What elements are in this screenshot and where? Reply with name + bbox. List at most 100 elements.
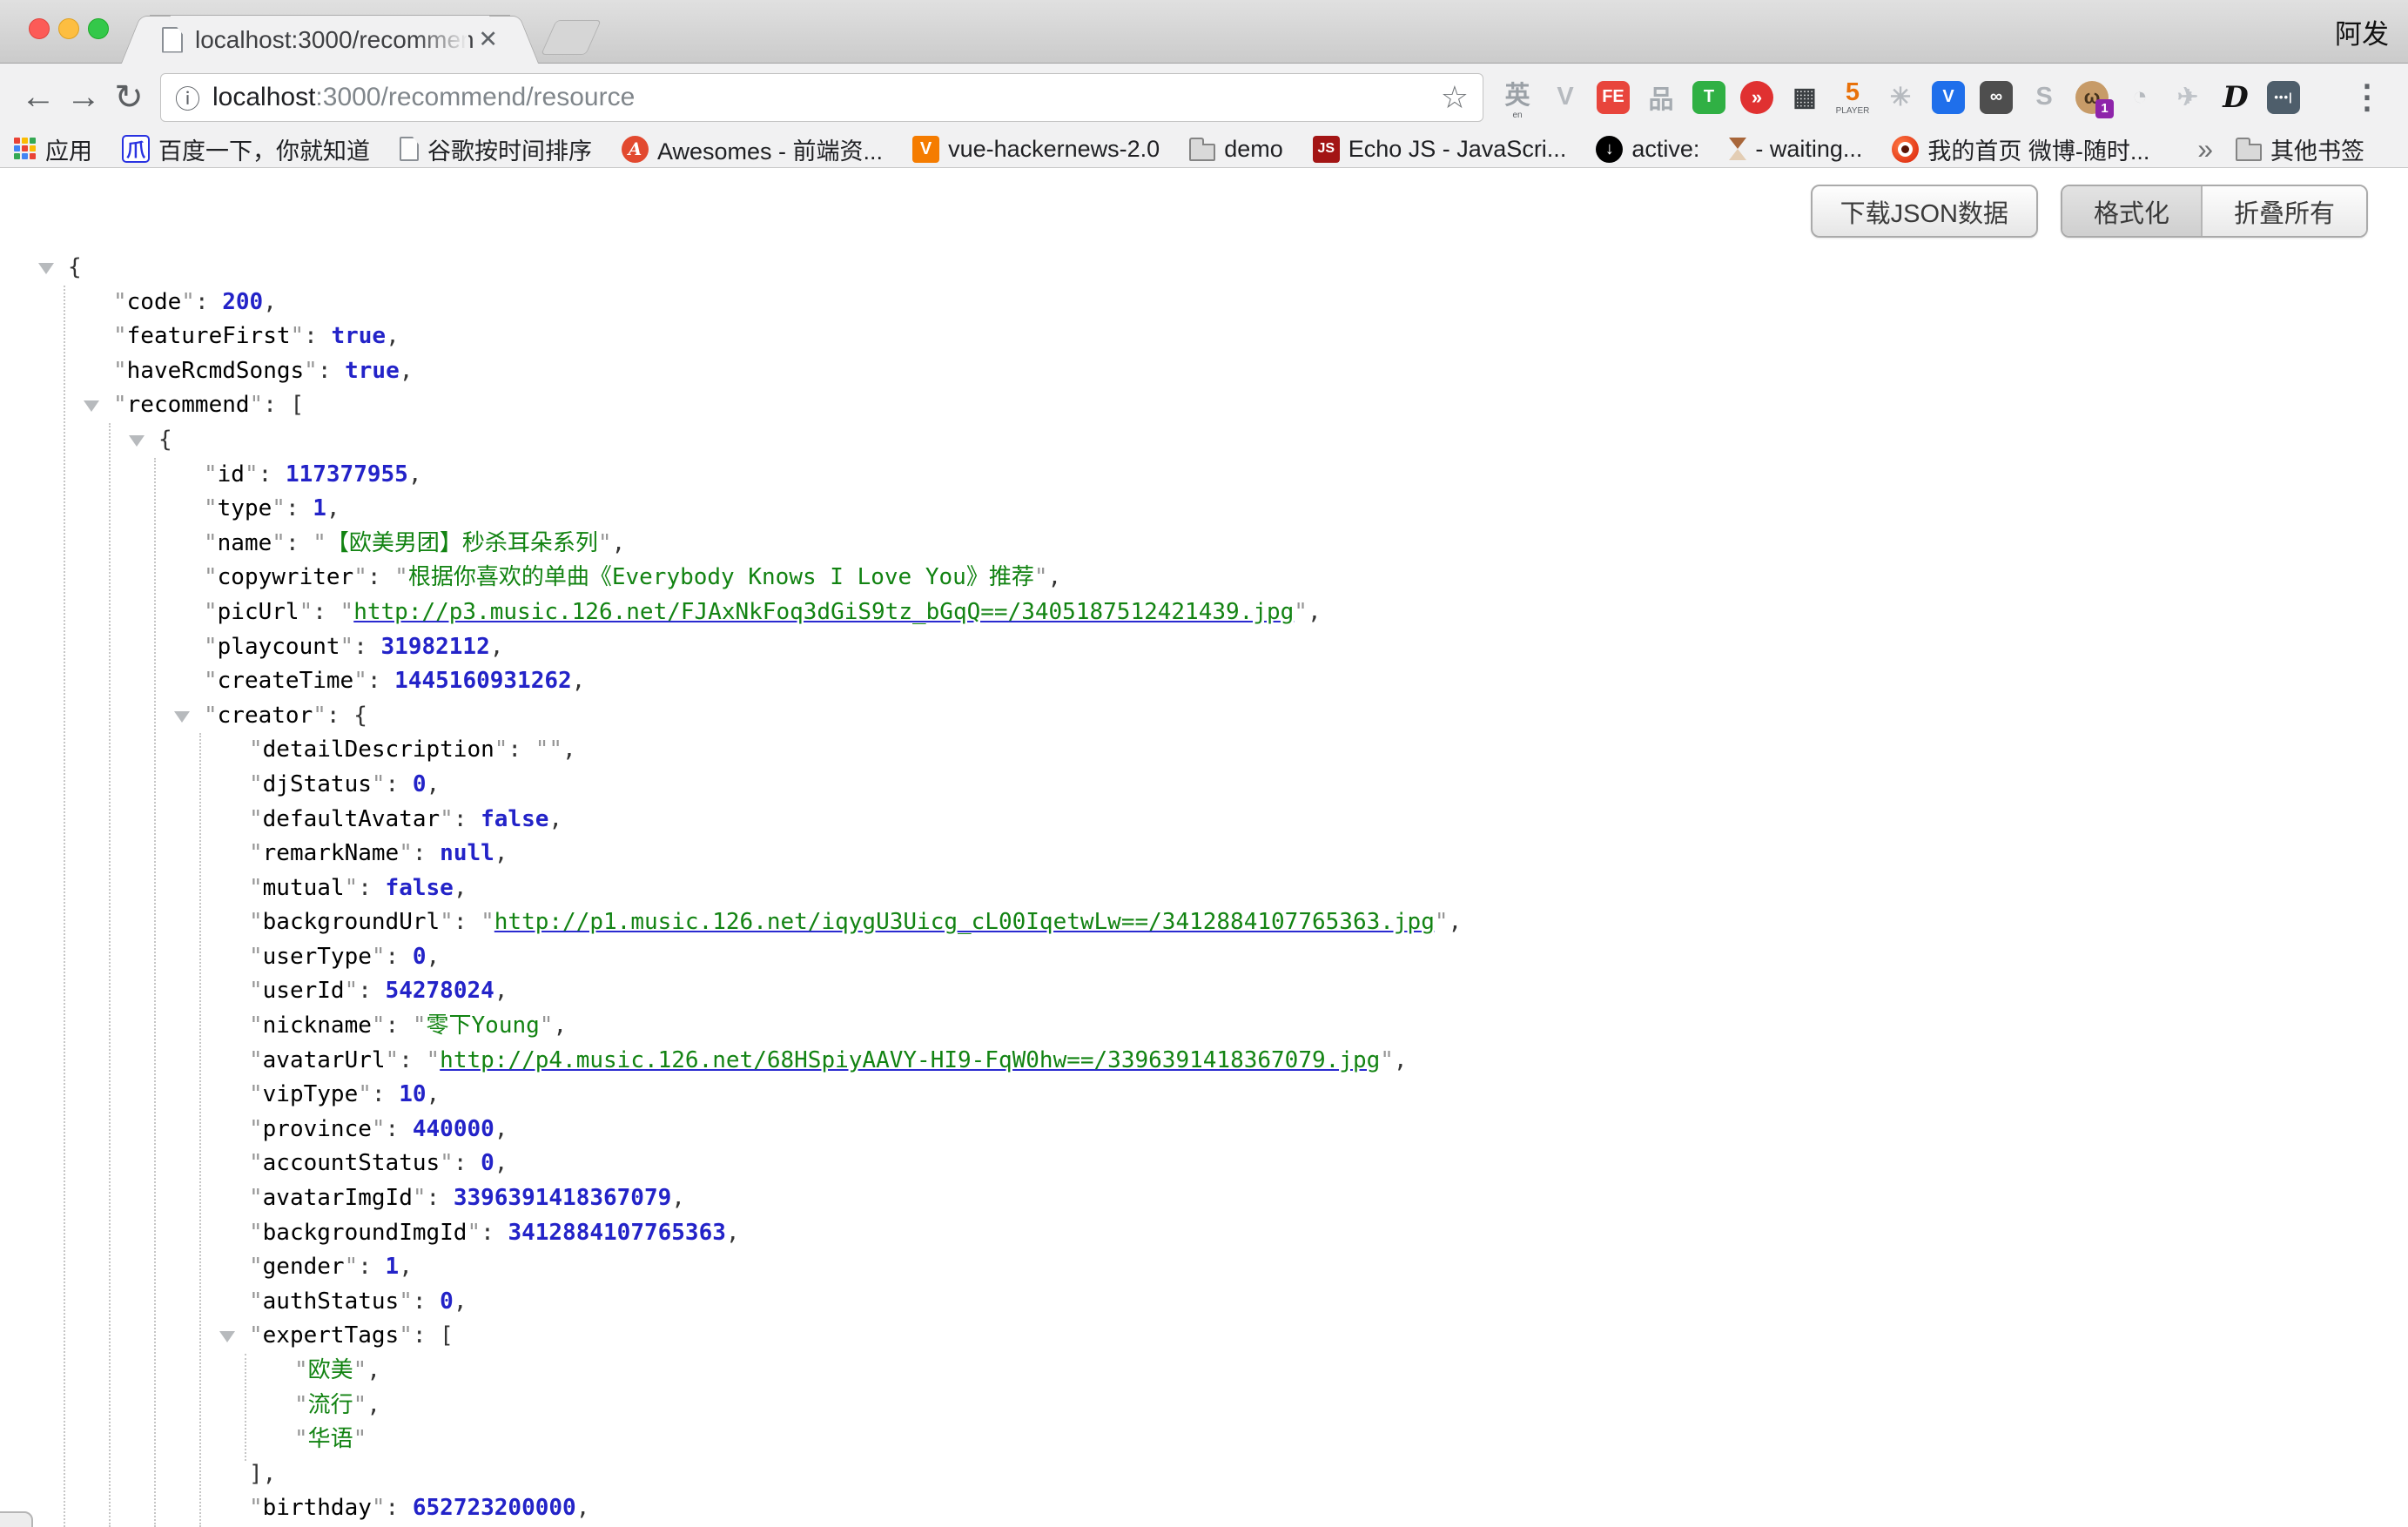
json-punctuation: , (1394, 1047, 1408, 1073)
json-key: birthday (263, 1495, 372, 1521)
other-bookmarks-folder[interactable]: 其他书签 (2236, 132, 2364, 166)
mask-icon[interactable]: ∞ (1980, 81, 2013, 114)
paw-icon[interactable]: ✳ (1884, 81, 1917, 114)
quote-mark: " (345, 875, 359, 901)
json-line: "createTime": 1445160931262, (0, 664, 2408, 699)
url-text[interactable]: localhost:3000/recommend/resource (212, 83, 635, 112)
vue-devtools-icon[interactable]: V (1549, 81, 1582, 114)
collapse-triangle-icon[interactable] (84, 400, 99, 412)
chrome-menu-icon[interactable]: ⋮ (2342, 77, 2392, 117)
quote-mark: " (313, 530, 326, 556)
quote-mark: " (372, 771, 386, 797)
close-window-button[interactable] (29, 18, 50, 39)
json-line: "type": 1, (0, 492, 2408, 527)
bookmark-item[interactable]: demo (1189, 136, 1283, 163)
bird-glyph: ✈ (2177, 82, 2198, 112)
address-bar[interactable]: ⓘ localhost:3000/recommend/resource ☆ (160, 73, 1483, 122)
devdocs-d-icon[interactable]: D (2219, 81, 2252, 114)
bookmark-item[interactable]: 应用 (14, 132, 92, 166)
bookmark-item[interactable]: 我的首页 微博-随时... (1892, 132, 2149, 166)
json-key: defaultAvatar (263, 806, 441, 832)
bookmark-item[interactable]: JSEcho JS - JavaScri... (1313, 136, 1567, 163)
quote-mark: " (181, 289, 195, 315)
json-url-link[interactable]: http://p1.music.126.net/iqygU3Uicg_cL00I… (494, 909, 1435, 935)
json-punctuation: , (367, 1392, 380, 1418)
json-punctuation: , (400, 358, 414, 384)
quote-mark: " (1435, 909, 1449, 935)
qr-code-icon[interactable]: ▦ (1788, 81, 1821, 114)
json-punctuation: , (1047, 564, 1061, 590)
html5-player-glyph: 5 (1846, 78, 1860, 107)
colon: : (358, 978, 385, 1004)
translate-glyph: 英 (1504, 75, 1530, 111)
quote-mark: " (394, 564, 408, 590)
bookmark-item[interactable]: AAwesomes - 前端资... (622, 132, 883, 166)
quote-mark: " (204, 634, 218, 660)
shield-t-icon[interactable]: T (1692, 81, 1725, 114)
collapse-triangle-icon[interactable] (38, 263, 54, 274)
json-url-link[interactable]: http://p3.music.126.net/FJAxNkFoq3dGiS9t… (353, 599, 1294, 625)
json-line: "picUrl": "http://p3.music.126.net/FJAxN… (0, 595, 2408, 630)
quote-mark: " (204, 703, 218, 729)
quote-mark: " (372, 1012, 386, 1039)
collapse-triangle-icon[interactable] (129, 435, 145, 447)
reload-icon[interactable]: ↻ (106, 77, 151, 118)
bookmark-item[interactable]: ↓active: (1596, 136, 1699, 163)
quote-mark: " (494, 737, 508, 763)
onepassword-icon[interactable]: •••| (2267, 81, 2300, 114)
bookmark-item[interactable]: 爪百度一下，你就知道 (122, 132, 370, 166)
bookmark-item[interactable]: Vvue-hackernews-2.0 (912, 136, 1160, 163)
bookmark-label: active: (1631, 136, 1699, 163)
quote-mark: " (249, 771, 263, 797)
page-info-icon[interactable]: ⓘ (175, 79, 200, 116)
fast-forward-glyph: » (1752, 86, 1762, 109)
weibo-gray-icon[interactable]: ◔ (2123, 81, 2156, 114)
quote-mark: " (249, 1081, 263, 1107)
collapse-triangle-icon[interactable] (219, 1331, 235, 1342)
bookmark-item[interactable]: - waiting... (1729, 136, 1862, 163)
quote-mark: " (353, 1392, 367, 1418)
quote-mark: " (345, 1254, 359, 1280)
json-line: "haveRcmdSongs": true, (0, 354, 2408, 389)
html5-player-icon[interactable]: 5PLAYER (1836, 81, 1869, 114)
zoom-window-button[interactable] (88, 18, 109, 39)
bookmarks-overflow-icon[interactable]: » (2197, 133, 2213, 165)
json-punctuation: , (408, 461, 422, 488)
minimize-window-button[interactable] (58, 18, 79, 39)
json-url-text: http://p4.music.126.net/68HSpiyAAVY-HI9-… (440, 1047, 1380, 1073)
quote-mark: " (204, 564, 218, 590)
json-url-link[interactable]: http://p4.music.126.net/68HSpiyAAVY-HI9-… (440, 1047, 1380, 1073)
blue-v-icon[interactable]: V (1932, 81, 1965, 114)
weibo-gray-glyph: ◔ (2132, 83, 2148, 111)
new-tab-button[interactable] (541, 20, 602, 55)
sitemap-icon[interactable]: 品 (1645, 81, 1678, 114)
back-icon[interactable]: ← (16, 77, 61, 117)
forward-icon[interactable]: → (61, 77, 106, 117)
translate-icon[interactable]: 英en (1501, 81, 1534, 114)
quote-mark: " (249, 840, 263, 866)
fast-forward-icon[interactable]: » (1740, 81, 1773, 114)
tampermonkey-icon[interactable]: ω1 (2075, 81, 2109, 114)
collapse-triangle-icon[interactable] (174, 711, 190, 723)
bookmark-label: Awesomes - 前端资... (657, 132, 883, 166)
json-key: backgroundUrl (263, 909, 441, 935)
bird-icon[interactable]: ✈ (2171, 81, 2204, 114)
fe-toolbox-icon[interactable]: FE (1597, 81, 1630, 114)
json-key: remarkName (263, 840, 400, 866)
browser-tab[interactable]: localhost:3000/recommend/re ✕ (150, 15, 510, 64)
colon: : (358, 875, 385, 901)
bookmark-item[interactable]: 谷歌按时间排序 (400, 132, 592, 166)
quote-mark: " (249, 806, 263, 832)
quote-mark: " (1380, 1047, 1394, 1073)
letter-s-icon[interactable]: S (2028, 81, 2061, 114)
profile-name[interactable]: 阿发 (2335, 12, 2389, 51)
json-line: "name": "【欧美男团】秒杀耳朵系列", (0, 527, 2408, 562)
json-value: 54278024 (386, 978, 494, 1004)
bookmark-star-icon[interactable]: ☆ (1441, 79, 1469, 116)
json-line: "province": 440000, (0, 1113, 2408, 1147)
quote-mark: " (481, 909, 494, 935)
json-key: detailDescription (263, 737, 494, 763)
colon: : (286, 530, 313, 556)
colon: : (399, 1047, 426, 1073)
tab-close-icon[interactable]: ✕ (474, 24, 501, 55)
